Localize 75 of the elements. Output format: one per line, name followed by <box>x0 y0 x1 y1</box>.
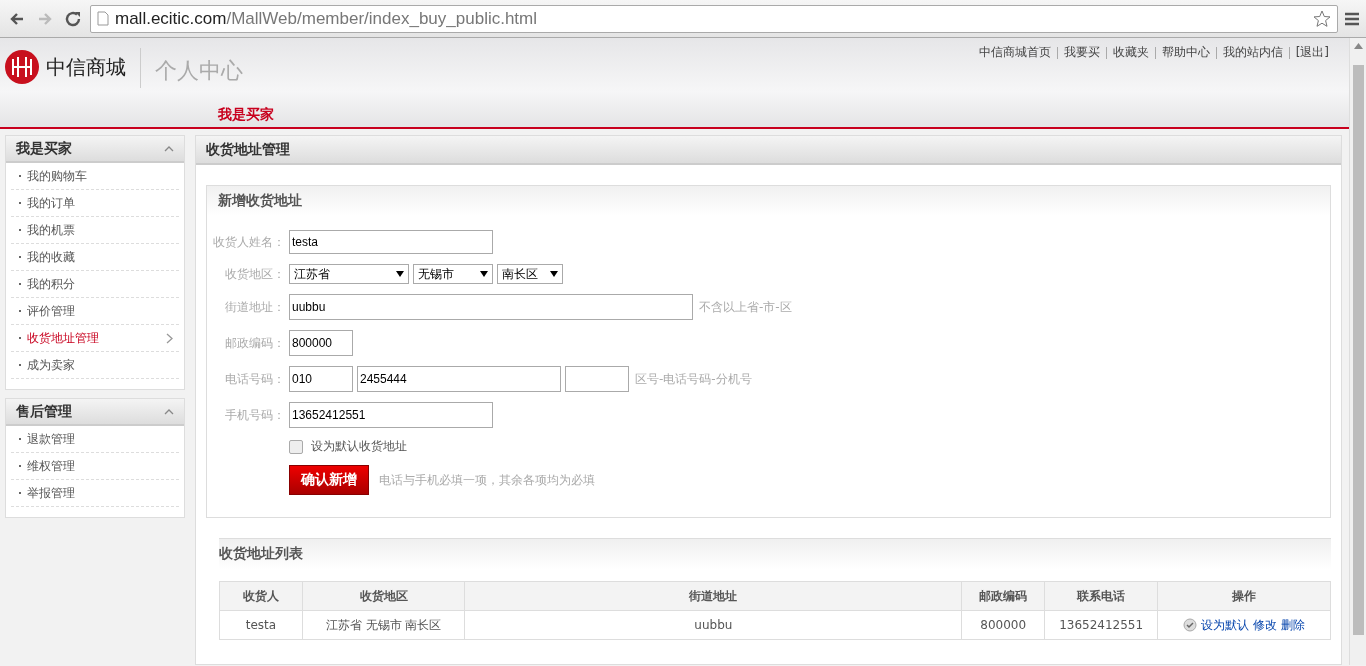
top-nav-link[interactable]: 收藏夹 <box>1112 44 1149 61</box>
top-nav-link[interactable]: [退出] <box>1295 44 1329 61</box>
sidebar-item[interactable]: 评价管理 <box>11 298 179 325</box>
table-cell: 江苏省 无锡市 南长区 <box>302 610 465 640</box>
field-label: 邮政编码： <box>224 334 285 352</box>
address-bar[interactable]: mall.ecitic.com/MallWeb/member/index_buy_public.html <box>90 4 1338 33</box>
collapse-caret-icon[interactable] <box>164 408 174 415</box>
table-cell: uubbu <box>464 610 962 640</box>
region-dropdown[interactable]: 江苏省 <box>289 264 409 284</box>
nav-tab[interactable]: 我是买家 <box>218 106 274 127</box>
mobile-input[interactable]: 13652412551 <box>289 402 493 428</box>
zip-input[interactable]: 800000 <box>289 330 353 356</box>
column-header: 邮政编码 <box>961 581 1045 611</box>
sidebar-item[interactable]: 成为卖家 <box>11 352 179 379</box>
submit-button[interactable]: 确认新增 <box>289 465 369 495</box>
column-header: 操作 <box>1157 581 1331 611</box>
sidebar-group-title: 售后管理 <box>16 402 72 421</box>
region-dropdown[interactable]: 无锡市 <box>413 264 493 284</box>
phone-input[interactable] <box>565 366 629 392</box>
sidebar-item[interactable]: 我的订单 <box>11 190 179 217</box>
checkbox-label: 设为默认收货地址 <box>311 438 407 455</box>
street-input[interactable]: uubbu <box>289 294 693 320</box>
sidebar-group-title: 我是买家 <box>16 139 72 158</box>
dropdown-arrow-icon <box>550 271 558 277</box>
star-icon[interactable] <box>1313 9 1331 28</box>
sidebar-item[interactable]: 退款管理 <box>11 426 179 453</box>
sidebar-item[interactable]: 我的收藏 <box>11 244 179 271</box>
action-link[interactable]: 修改 <box>1253 616 1278 634</box>
sidebar-item[interactable]: 举报管理 <box>11 480 179 507</box>
page-icon <box>97 11 109 26</box>
sidebar-item[interactable]: 维权管理 <box>11 453 179 480</box>
field-label: 收货人姓名： <box>212 233 285 251</box>
dropdown-arrow-icon <box>480 271 488 277</box>
field-hint: 不含以上省-市-区 <box>699 298 792 316</box>
menu-icon[interactable] <box>1344 11 1360 26</box>
field-label: 收货地区： <box>224 265 285 283</box>
dropdown-arrow-icon <box>396 271 404 277</box>
field-label: 街道地址： <box>224 298 285 316</box>
form-title: 新增收货地址 <box>218 192 302 210</box>
list-title: 收货地址列表 <box>219 545 303 563</box>
logo-text: 中信商城 <box>46 53 126 81</box>
scroll-up-icon[interactable] <box>1353 43 1363 49</box>
form-note: 电话与手机必填一项，其余各项均为必填 <box>379 471 595 489</box>
phone-input[interactable]: 2455444 <box>357 366 561 392</box>
section-title: 个人中心 <box>155 57 243 85</box>
top-nav-link[interactable]: 我要买 <box>1063 44 1100 61</box>
column-header: 街道地址 <box>464 581 962 611</box>
table-cell: 13652412551 <box>1044 610 1158 640</box>
logo-icon[interactable] <box>4 49 40 85</box>
action-link[interactable]: 删除 <box>1281 616 1306 634</box>
top-nav-link[interactable]: 帮助中心 <box>1161 44 1210 61</box>
default-checkbox[interactable] <box>289 439 303 454</box>
column-header: 联系电话 <box>1044 581 1158 611</box>
column-header: 收货人 <box>219 581 303 611</box>
top-nav-link[interactable]: 中信商城首页 <box>978 44 1051 61</box>
sidebar-item[interactable]: 我的积分 <box>11 271 179 298</box>
field-hint: 区号-电话号码-分机号 <box>635 370 752 388</box>
action-link[interactable]: 设为默认 <box>1201 616 1250 634</box>
collapse-caret-icon[interactable] <box>164 145 174 152</box>
page-title: 收货地址管理 <box>206 140 290 159</box>
top-nav-link[interactable]: 我的站内信 <box>1222 44 1283 61</box>
name-input[interactable]: testa <box>289 230 493 254</box>
field-label: 手机号码： <box>224 406 285 424</box>
sidebar-item[interactable]: 收货地址管理 <box>11 325 179 352</box>
scrollbar-thumb[interactable] <box>1352 65 1364 635</box>
check-badge-icon <box>1183 618 1198 632</box>
region-dropdown[interactable]: 南长区 <box>497 264 563 284</box>
sidebar-item[interactable]: 我的购物车 <box>11 163 179 190</box>
chevron-right-icon <box>166 332 173 344</box>
column-header: 收货地区 <box>302 581 465 611</box>
table-cell: 800000 <box>961 610 1045 640</box>
phone-input[interactable]: 010 <box>289 366 353 392</box>
table-cell: testa <box>219 610 303 640</box>
field-label: 电话号码： <box>224 370 285 388</box>
sidebar-item[interactable]: 我的机票 <box>11 217 179 244</box>
